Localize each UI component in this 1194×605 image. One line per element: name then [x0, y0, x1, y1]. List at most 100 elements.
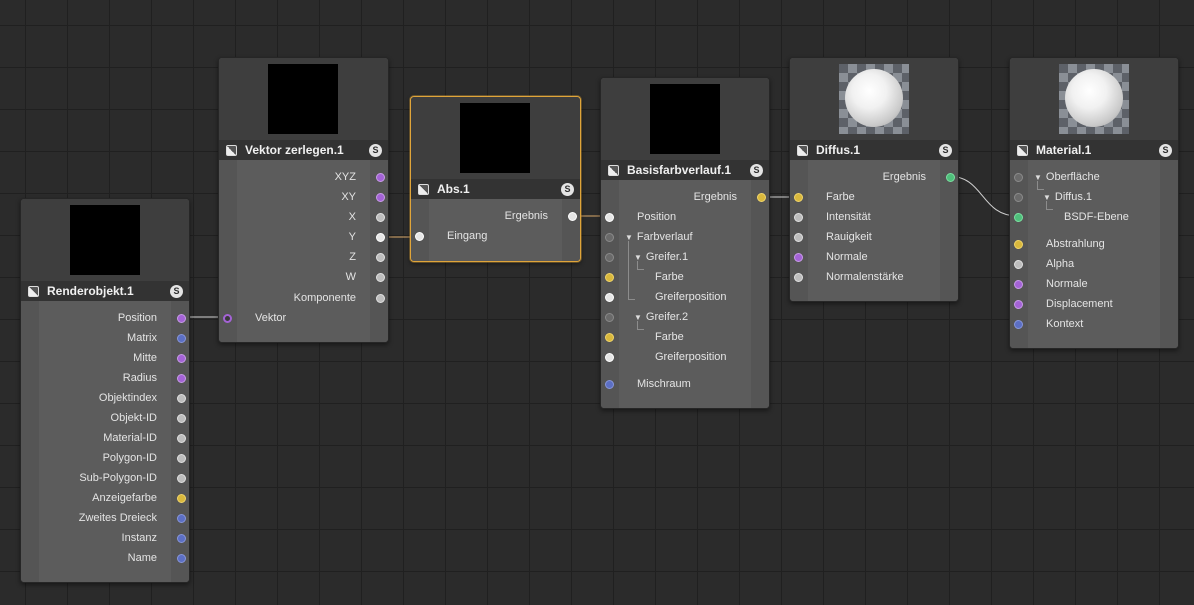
input-port-row[interactable]: Farbe — [601, 328, 769, 348]
input-port-row[interactable]: Greiferposition — [601, 288, 769, 308]
output-port-dot[interactable] — [177, 374, 186, 383]
output-port-row[interactable]: Name — [21, 549, 189, 569]
output-port-row[interactable]: Z — [219, 248, 388, 268]
output-port-row[interactable]: XY — [219, 188, 388, 208]
input-port-row[interactable]: ▼ Greifer.2 — [601, 308, 769, 328]
output-port-row[interactable]: Anzeigefarbe — [21, 489, 189, 509]
input-port-row[interactable]: ▼ Farbverlauf — [601, 228, 769, 248]
input-port-dot[interactable] — [1014, 240, 1023, 249]
input-port-row[interactable]: Normale — [790, 248, 958, 268]
input-port-row[interactable]: ▼ Oberfläche — [1010, 168, 1178, 188]
node-title-bar[interactable]: Basisfarbverlauf.1 S — [601, 160, 769, 180]
input-port-row[interactable]: Mischraum — [601, 375, 769, 395]
input-port-dot[interactable] — [1014, 193, 1023, 202]
solo-button[interactable]: S — [1159, 143, 1172, 157]
output-port-row[interactable]: Polygon-ID — [21, 449, 189, 469]
input-port-dot[interactable] — [223, 314, 232, 323]
input-port-row[interactable]: BSDF-Ebene — [1010, 208, 1178, 228]
input-port-row[interactable]: ▼ Greifer.1 — [601, 248, 769, 268]
input-port-row[interactable]: Alpha — [1010, 255, 1178, 275]
node-vektor-zerlegen[interactable]: Vektor zerlegen.1 S XYZ XY X Y Z W Kompo… — [218, 57, 389, 343]
input-port-row[interactable]: Farbe — [601, 268, 769, 288]
input-port-dot[interactable] — [794, 253, 803, 262]
output-port-dot[interactable] — [177, 394, 186, 403]
output-port-dot[interactable] — [177, 494, 186, 503]
output-port-row[interactable]: X — [219, 208, 388, 228]
input-port-row[interactable]: Abstrahlung — [1010, 235, 1178, 255]
node-title-bar[interactable]: Abs.1 S — [411, 179, 580, 199]
node-title-bar[interactable]: Diffus.1 S — [790, 140, 958, 160]
input-port-dot[interactable] — [794, 213, 803, 222]
output-port-row[interactable]: Objektindex — [21, 389, 189, 409]
node-material[interactable]: Material.1 S ▼ Oberfläche ▼ Diffus.1 BSDF-… — [1009, 57, 1179, 349]
input-port-dot[interactable] — [794, 193, 803, 202]
output-port-dot[interactable] — [177, 414, 186, 423]
input-port-dot[interactable] — [415, 232, 424, 241]
input-port-dot[interactable] — [1014, 300, 1023, 309]
output-port-dot[interactable] — [376, 193, 385, 202]
node-abs[interactable]: Abs.1 S Ergebnis Eingang — [410, 96, 581, 262]
input-port-row[interactable]: Kontext — [1010, 315, 1178, 335]
input-port-dot[interactable] — [605, 353, 614, 362]
output-port-row[interactable]: W — [219, 268, 388, 288]
input-port-row[interactable]: Vektor — [219, 309, 388, 329]
input-port-row[interactable]: Farbe — [790, 188, 958, 208]
output-port-row[interactable]: Objekt-ID — [21, 409, 189, 429]
solo-button[interactable]: S — [750, 163, 763, 177]
input-port-dot[interactable] — [605, 293, 614, 302]
node-title-bar[interactable]: Renderobjekt.1 S — [21, 281, 189, 301]
output-port-dot[interactable] — [177, 474, 186, 483]
input-port-dot[interactable] — [605, 380, 614, 389]
output-port-dot[interactable] — [376, 253, 385, 262]
input-port-dot[interactable] — [1014, 173, 1023, 182]
output-port-row[interactable]: Matrix — [21, 329, 189, 349]
output-port-dot[interactable] — [177, 534, 186, 543]
input-port-row[interactable]: Greiferposition — [601, 348, 769, 368]
input-port-dot[interactable] — [605, 213, 614, 222]
output-port-dot[interactable] — [177, 314, 186, 323]
input-port-dot[interactable] — [794, 273, 803, 282]
solo-button[interactable]: S — [369, 143, 382, 157]
input-port-row[interactable]: Rauigkeit — [790, 228, 958, 248]
output-port-dot[interactable] — [376, 233, 385, 242]
input-port-row[interactable]: Normale — [1010, 275, 1178, 295]
output-port-row[interactable]: Ergebnis — [601, 188, 769, 208]
output-port-row[interactable]: Position — [21, 309, 189, 329]
output-port-dot[interactable] — [177, 434, 186, 443]
input-port-row[interactable]: Normalenstärke — [790, 268, 958, 288]
node-title-bar[interactable]: Material.1 S — [1010, 140, 1178, 160]
input-port-dot[interactable] — [605, 333, 614, 342]
node-diffus[interactable]: Diffus.1 S Ergebnis Farbe Intensität Rau… — [789, 57, 959, 302]
output-port-dot[interactable] — [376, 273, 385, 282]
output-port-dot[interactable] — [568, 212, 577, 221]
output-port-dot[interactable] — [757, 193, 766, 202]
input-port-row[interactable]: Position — [601, 208, 769, 228]
input-port-dot[interactable] — [605, 253, 614, 262]
input-port-row[interactable]: Displacement — [1010, 295, 1178, 315]
output-port-dot[interactable] — [376, 294, 385, 303]
output-port-row[interactable]: Instanz — [21, 529, 189, 549]
output-port-dot[interactable] — [177, 334, 186, 343]
input-port-dot[interactable] — [1014, 260, 1023, 269]
output-port-row[interactable]: Radius — [21, 369, 189, 389]
output-port-row[interactable]: Sub-Polygon-ID — [21, 469, 189, 489]
solo-button[interactable]: S — [561, 182, 574, 196]
output-port-row[interactable]: Ergebnis — [790, 168, 958, 188]
output-port-dot[interactable] — [177, 454, 186, 463]
output-port-dot[interactable] — [376, 213, 385, 222]
input-port-dot[interactable] — [1014, 320, 1023, 329]
input-port-row[interactable]: ▼ Diffus.1 — [1010, 188, 1178, 208]
input-port-dot[interactable] — [605, 313, 614, 322]
input-port-dot[interactable] — [1014, 213, 1023, 222]
output-port-dot[interactable] — [376, 173, 385, 182]
output-port-dot[interactable] — [946, 173, 955, 182]
input-port-row[interactable]: Eingang — [411, 227, 580, 247]
output-port-dot[interactable] — [177, 554, 186, 563]
output-port-row[interactable]: XYZ — [219, 168, 388, 188]
node-title-bar[interactable]: Vektor zerlegen.1 S — [219, 140, 388, 160]
input-port-dot[interactable] — [605, 233, 614, 242]
output-port-row[interactable]: Mitte — [21, 349, 189, 369]
node-renderobjekt[interactable]: Renderobjekt.1 S Position Matrix Mitte R… — [20, 198, 190, 583]
input-port-dot[interactable] — [605, 273, 614, 282]
output-port-dot[interactable] — [177, 514, 186, 523]
